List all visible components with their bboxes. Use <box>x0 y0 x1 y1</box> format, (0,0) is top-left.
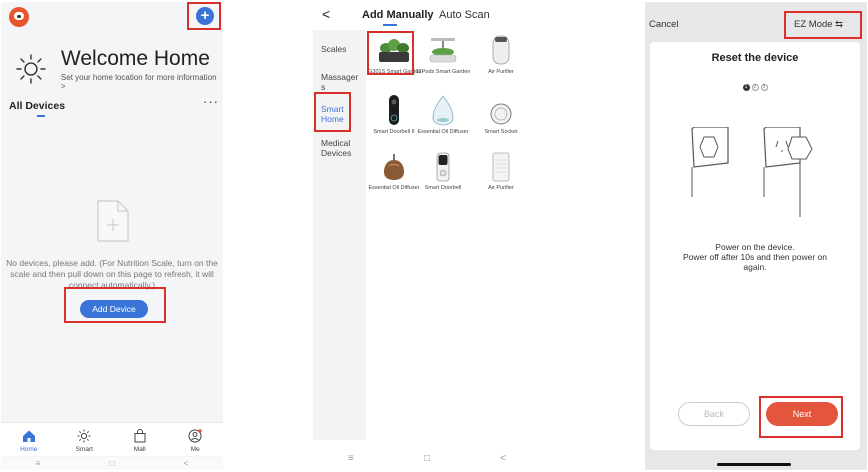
highlight-add-device <box>64 287 166 323</box>
sun-icon <box>77 429 91 443</box>
device-name: Smart Doorbell <box>424 185 462 191</box>
tab-auto-scan[interactable]: Auto Scan <box>439 9 490 21</box>
device-name: Essential Oil Diffuser <box>368 185 420 191</box>
welcome-banner[interactable]: Welcome Home Set your home location for … <box>15 47 223 91</box>
back-nav-icon[interactable]: < <box>184 459 189 468</box>
system-nav-bar: ≡ □ < <box>1 457 223 470</box>
home-nav-icon[interactable]: □ <box>424 453 430 464</box>
device-name: Essential Oil Diffuser <box>417 129 469 135</box>
home-screen: + Welcome Home Set your home location fo… <box>1 2 223 470</box>
device-item[interactable]: 12Pods Smart Garden <box>415 34 471 76</box>
tab-label: Home <box>20 446 38 453</box>
user-icon <box>188 429 203 443</box>
instruction-text: Power on the device. Power off after 10s… <box>650 242 860 272</box>
device-item[interactable]: Air Purifier <box>473 34 529 76</box>
tab-underline <box>383 24 397 26</box>
tab-add-manually[interactable]: Add Manually <box>362 9 434 21</box>
tab-label: Mall <box>133 446 146 453</box>
instruction-line-1: Power on the device. <box>715 242 795 252</box>
bag-icon <box>134 429 146 443</box>
tab-label: Smart <box>75 446 93 453</box>
tutorial-canvas: + Welcome Home Set your home location fo… <box>0 0 868 472</box>
diffuser-icon <box>432 95 454 126</box>
highlight-add-plus <box>187 2 221 30</box>
sidebar-item-scales[interactable]: Scales <box>321 44 363 54</box>
highlight-next <box>759 396 843 438</box>
tab-underline <box>37 115 45 117</box>
device-item[interactable]: Smart Doorbell <box>415 150 471 192</box>
smart-garden-icon <box>429 38 457 63</box>
highlight-smart-home <box>314 92 351 132</box>
cancel-button[interactable]: Cancel <box>649 19 679 30</box>
welcome-title: Welcome Home <box>60 47 210 70</box>
tab-label: Me <box>190 446 200 453</box>
home-nav-icon[interactable]: □ <box>110 459 115 468</box>
sidebar-item-massagers[interactable]: Massager s <box>321 72 363 92</box>
device-item[interactable]: Smart Socket <box>473 94 529 136</box>
reset-card: Reset the device 1 2 3 Power on the devi… <box>650 42 860 450</box>
step-dot: 3 <box>760 84 768 91</box>
device-item[interactable]: Essential Oil Diffuser <box>415 94 471 136</box>
reset-device-screen: Cancel EZ Mode ⇆ Reset the device 1 2 3 <box>645 2 867 470</box>
welcome-subtitle[interactable]: Set your home location for more informat… <box>61 73 223 91</box>
add-device-screen: < Add Manually Auto Scan Scales Massager… <box>313 2 541 470</box>
step-dot: 1 <box>742 84 750 91</box>
avatar[interactable] <box>9 7 29 27</box>
doorbell-icon <box>389 95 399 125</box>
tab-me[interactable]: Me <box>168 423 224 456</box>
house-icon <box>22 430 35 442</box>
device-name: Smart Doorbell II <box>373 129 415 135</box>
highlight-ez-mode <box>784 11 862 39</box>
air-purifier-icon <box>492 152 510 182</box>
device-item[interactable]: Essential Oil Diffuser <box>366 150 422 192</box>
menu-nav-icon[interactable]: ≡ <box>348 453 354 464</box>
device-name: Air Purifier <box>488 69 514 75</box>
tab-smart[interactable]: Smart <box>57 423 113 456</box>
menu-nav-icon[interactable]: ≡ <box>36 459 41 468</box>
sun-icon <box>16 54 46 84</box>
more-options-icon[interactable]: ··· <box>203 94 219 109</box>
instruction-line-2: Power off after 10s and then power on ag… <box>683 252 827 272</box>
back-button[interactable]: Back <box>678 402 750 426</box>
device-item[interactable]: Smart Doorbell II <box>366 94 422 136</box>
device-item[interactable]: Air Purifier <box>473 150 529 192</box>
diffuser-icon <box>384 154 404 180</box>
tab-home[interactable]: Home <box>1 423 57 456</box>
back-button[interactable]: < <box>322 6 330 22</box>
device-name: Smart Socket <box>484 129 518 135</box>
doorbell-icon <box>436 152 450 182</box>
page-title: Reset the device <box>711 52 799 64</box>
power-plug-illustration <box>691 127 813 217</box>
smart-socket-icon <box>490 103 512 125</box>
air-purifier-icon <box>492 35 510 65</box>
bottom-tab-bar: Home Smart Mall Me <box>1 422 223 456</box>
highlight-ig301s <box>367 31 414 75</box>
step-indicator: 1 2 3 <box>650 84 860 91</box>
empty-file-icon <box>97 200 129 242</box>
tab-mall[interactable]: Mall <box>112 423 168 456</box>
device-name: 12Pods Smart Garden <box>415 69 471 75</box>
step-dot: 2 <box>751 84 759 91</box>
device-name: Air Purifier <box>488 185 514 191</box>
header: < Add Manually Auto Scan <box>313 2 541 30</box>
home-indicator[interactable] <box>717 463 791 466</box>
system-nav-bar: ≡ □ < <box>313 446 541 470</box>
back-nav-icon[interactable]: < <box>500 453 506 464</box>
all-devices-tab[interactable]: All Devices <box>9 100 65 112</box>
sidebar-item-medical-devices[interactable]: Medical Devices <box>321 138 363 158</box>
